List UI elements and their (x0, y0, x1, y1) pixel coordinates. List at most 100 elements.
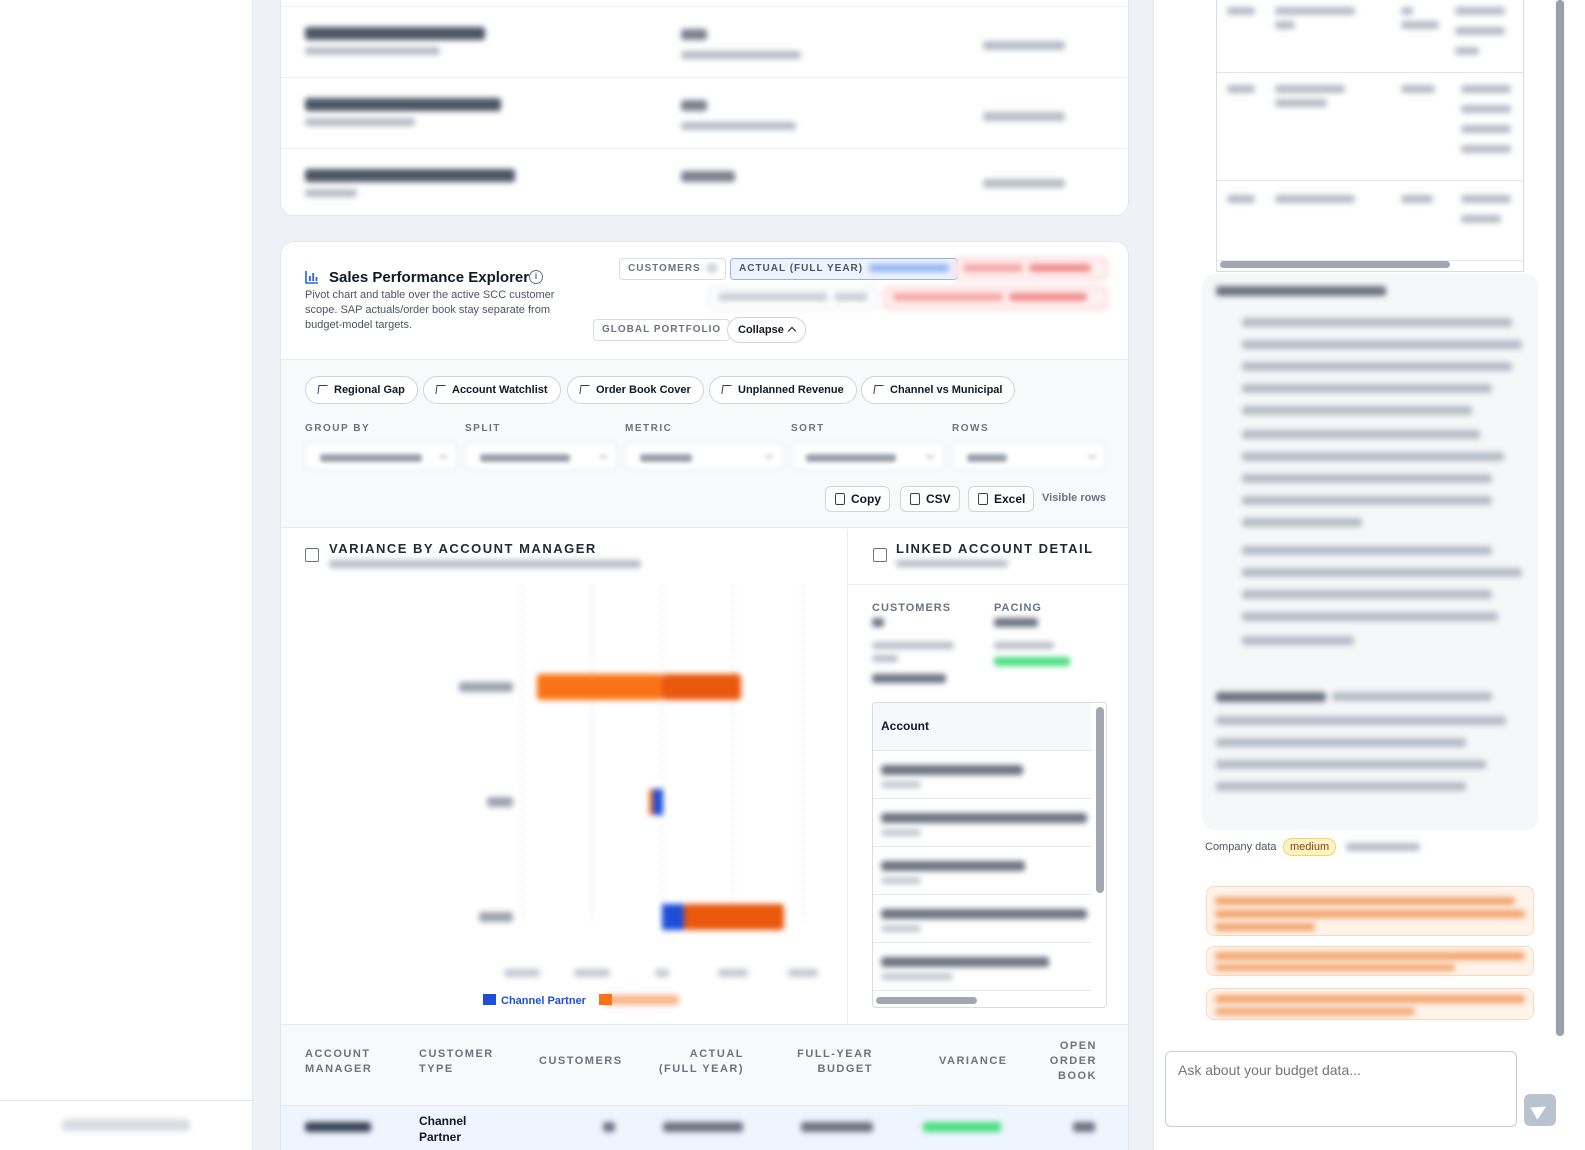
chat-scrollbar[interactable] (1555, 0, 1565, 1036)
preset-account-watchlist[interactable]: Account Watchlist (423, 376, 561, 404)
category-label (487, 797, 513, 807)
vertical-scrollbar[interactable] (1096, 707, 1104, 893)
customer-list-card (280, 0, 1129, 216)
list-item[interactable] (281, 6, 1128, 76)
preset-label: Channel vs Municipal (890, 384, 1003, 396)
preset-unplanned-revenue[interactable]: Unplanned Revenue (709, 376, 857, 404)
customers-kpi-value (872, 618, 884, 627)
preset-channel-vs-municipal[interactable]: Channel vs Municipal (861, 376, 1016, 404)
metric-select[interactable] (625, 442, 783, 470)
copy-label: Copy (851, 492, 881, 506)
preset-label: Regional Gap (334, 384, 405, 396)
global-portfolio-chip[interactable]: GLOBAL PORTFOLIO (593, 319, 731, 341)
sort-select[interactable] (791, 442, 944, 470)
table-row[interactable] (873, 847, 1091, 895)
bar-segment[interactable] (537, 674, 662, 700)
col-open-order-book[interactable]: OPEN ORDER BOOK (1037, 1039, 1097, 1084)
table-row (1217, 73, 1523, 181)
confidence-badge: medium (1283, 838, 1337, 856)
bar-chart-icon (305, 271, 318, 284)
collapse-label: Collapse (738, 324, 784, 336)
col-customers[interactable]: CUSTOMERS (539, 1054, 623, 1069)
sidebar-footer (0, 1100, 252, 1150)
assistant-panel: Company data medium (1153, 0, 1585, 1150)
cursor-icon (435, 385, 446, 394)
group-by-label: GROUP BY (305, 423, 371, 434)
row-budget (801, 1122, 873, 1132)
copy-icon (835, 493, 845, 505)
cursor-icon (317, 385, 328, 394)
category-label (459, 682, 513, 692)
info-icon[interactable]: i (529, 270, 543, 284)
table-row[interactable] (873, 943, 1091, 991)
row-customer-type: Channel Partner (419, 1114, 467, 1144)
bar-segment[interactable] (653, 789, 663, 815)
warning-card (1206, 946, 1534, 976)
visible-rows-label: Visible rows (1042, 492, 1106, 504)
page-title: Sales Performance Explorer (329, 269, 530, 286)
split-label: SPLIT (465, 423, 501, 434)
excel-label: Excel (994, 492, 1026, 506)
table-icon (873, 548, 887, 562)
col-account-manager[interactable]: ACCOUNT MANAGER (305, 1047, 395, 1077)
file-icon (910, 493, 920, 505)
assistant-result-table (1216, 0, 1524, 272)
explorer-controls: Regional Gap Account Watchlist Order Boo… (281, 360, 1128, 528)
explorer-header: Sales Performance Explorer i Pivot chart… (281, 242, 1128, 360)
preset-regional-gap[interactable]: Regional Gap (305, 376, 418, 404)
split-select[interactable] (465, 442, 617, 470)
group-by-select[interactable] (305, 442, 457, 470)
legend-item-other (603, 995, 679, 1005)
chart-title: VARIANCE BY ACCOUNT MANAGER (329, 541, 597, 556)
pacing-kpi-label: PACING (994, 602, 1042, 614)
preset-label: Order Book Cover (596, 384, 691, 396)
row-variance (923, 1122, 1001, 1132)
actual-full-year-chip: ACTUAL (FULL YEAR) (730, 258, 959, 280)
send-button[interactable] (1524, 1094, 1556, 1126)
legend-label-channel-partner: Channel Partner (501, 995, 587, 1007)
customers-kpi-label: CUSTOMERS (872, 602, 952, 614)
detail-header: LINKED ACCOUNT DETAIL (848, 529, 1128, 585)
horizontal-scrollbar[interactable] (1220, 261, 1450, 268)
bar-segment[interactable] (684, 904, 784, 930)
variance-kpi-label (994, 642, 1054, 649)
rows-label: ROWS (952, 423, 990, 434)
list-item[interactable] (281, 77, 1128, 147)
tick-label (718, 969, 748, 977)
rows-select[interactable] (952, 442, 1106, 470)
warning-card (1206, 988, 1534, 1020)
list-item[interactable] (281, 148, 1128, 218)
account-table: Account (872, 702, 1107, 1008)
actual-kpi-label (872, 642, 954, 649)
customers-chip-label: CUSTOMERS (628, 263, 701, 274)
row-account-manager (305, 1122, 371, 1132)
variance-chart-panel: VARIANCE BY ACCOUNT MANAGER Channel Part… (281, 529, 848, 1024)
col-customer-type[interactable]: CUSTOMER TYPE (419, 1047, 509, 1077)
account-column-header: Account (873, 703, 1091, 751)
table-row[interactable] (873, 751, 1091, 799)
table-row (1217, 181, 1523, 261)
tick-label (574, 969, 610, 977)
excel-button[interactable]: Excel (968, 486, 1035, 512)
copy-button[interactable]: Copy (825, 486, 890, 512)
columns-icon (305, 548, 319, 562)
csv-button[interactable]: CSV (900, 486, 960, 512)
bar-segment[interactable] (662, 674, 741, 700)
table-row[interactable] (873, 799, 1091, 847)
col-budget[interactable]: FULL-YEAR BUDGET (793, 1047, 873, 1077)
sidebar-footer-user[interactable] (62, 1119, 190, 1131)
table-row[interactable]: Channel Partner (281, 1105, 1128, 1150)
col-actual[interactable]: ACTUAL (FULL YEAR) (656, 1047, 744, 1077)
chat-input[interactable] (1165, 1051, 1517, 1127)
table-row[interactable] (873, 895, 1091, 943)
bar-segment[interactable] (662, 904, 684, 930)
source-label (1346, 843, 1420, 851)
col-variance[interactable]: VARIANCE (939, 1054, 1008, 1069)
preset-order-book-cover[interactable]: Order Book Cover (567, 376, 704, 404)
horizontal-scrollbar[interactable] (876, 997, 977, 1004)
tick-label (788, 969, 818, 977)
row-customers (603, 1122, 615, 1132)
collapse-button[interactable]: Collapse (727, 317, 806, 343)
customers-chip: CUSTOMERS (619, 258, 726, 280)
legend-swatch-other (599, 994, 612, 1005)
